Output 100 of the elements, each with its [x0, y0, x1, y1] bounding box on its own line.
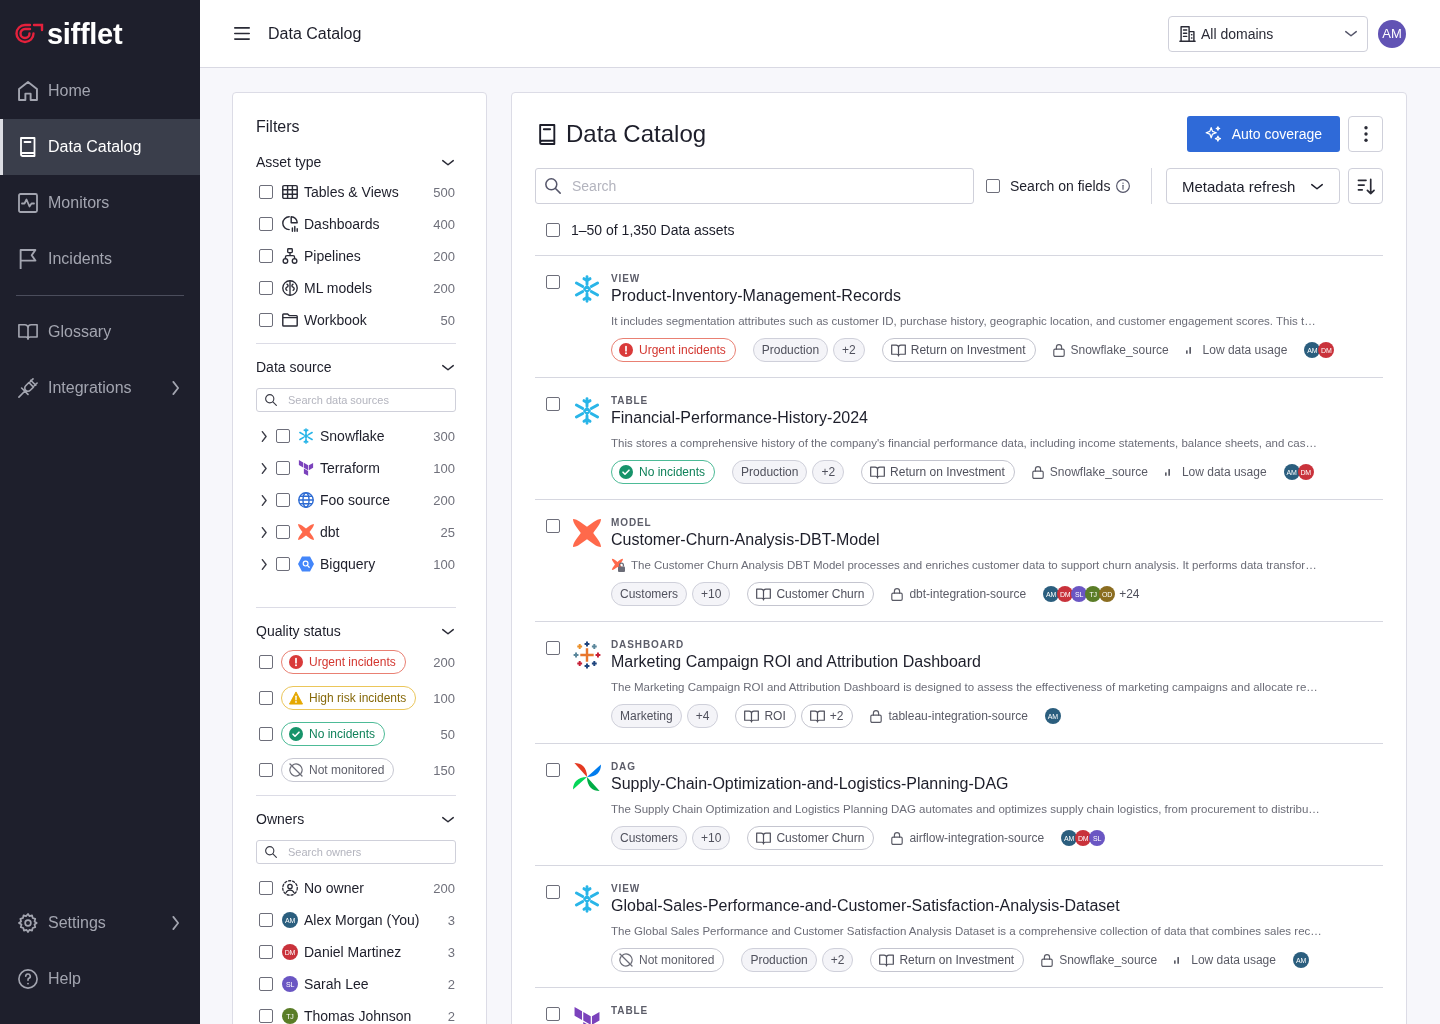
plug-icon: [18, 378, 38, 398]
glossary-term-link[interactable]: Return on Investment: [861, 460, 1015, 484]
checkbox[interactable]: [259, 977, 273, 991]
filter-label: Dashboards: [304, 216, 380, 232]
lock-icon: [1031, 465, 1044, 479]
section-toggle[interactable]: Asset type: [256, 150, 456, 174]
checkbox[interactable]: [276, 525, 290, 539]
checkbox[interactable]: [259, 1009, 273, 1023]
sort-button[interactable]: [1348, 168, 1383, 204]
tag-chip: +10: [692, 582, 731, 606]
nav-item[interactable]: Incidents: [0, 231, 200, 287]
domain-dropdown[interactable]: All domains: [1168, 15, 1368, 52]
chevron-right-icon[interactable]: [261, 558, 267, 570]
search-icon: [265, 394, 277, 406]
asset-name[interactable]: Product-Inventory-Management-Records: [611, 286, 1383, 306]
auto-coverage-button[interactable]: Auto coverage: [1186, 116, 1340, 152]
checkbox[interactable]: [259, 313, 273, 327]
asset-name[interactable]: Marketing Campaign ROI and Attribution Dashboard: [611, 652, 1383, 672]
checkbox[interactable]: [546, 885, 560, 899]
user-avatar[interactable]: AM: [1378, 19, 1406, 48]
status-label: Not monitored: [309, 763, 385, 777]
search-icon: [545, 178, 561, 194]
glossary-term-link[interactable]: Return on Investment: [870, 948, 1025, 972]
checkbox[interactable]: [546, 397, 560, 411]
status-label: No incidents: [309, 727, 376, 741]
checkbox[interactable]: [259, 185, 273, 199]
nav-item[interactable]: Help: [0, 951, 200, 1007]
glossary-term-link[interactable]: Customer Churn: [747, 582, 875, 606]
snowflake-icon: [573, 397, 601, 425]
filter-label: Tables & Views: [304, 184, 399, 200]
chevron-down-icon: [442, 363, 454, 371]
source-name: tableau-integration-source: [888, 709, 1028, 723]
glossary-term-link[interactable]: ROI: [735, 704, 796, 728]
search-field[interactable]: Search data sources: [256, 388, 456, 412]
glossary-term-link[interactable]: +2: [800, 704, 854, 728]
checkbox[interactable]: [259, 281, 273, 295]
filter-label: Terraform: [320, 460, 380, 476]
nav-item[interactable]: Settings: [0, 895, 200, 951]
checkbox[interactable]: [259, 655, 273, 669]
checkbox[interactable]: [546, 1007, 560, 1021]
section-toggle[interactable]: Quality status: [256, 619, 456, 643]
chevron-right-icon[interactable]: [261, 494, 267, 506]
checkbox[interactable]: [546, 763, 560, 777]
section-toggle[interactable]: Owners: [256, 807, 456, 831]
pinwheel-icon: [573, 763, 601, 791]
menu-icon[interactable]: [234, 27, 250, 40]
asset-name[interactable]: Global-Sales-Performance-and-Customer-Satisfaction-Analysis-Dataset: [611, 896, 1383, 916]
catalog-title: Data Catalog: [566, 119, 707, 149]
metadata-refresh-dropdown[interactable]: Metadata refresh: [1166, 168, 1340, 204]
nav-item[interactable]: Glossary: [0, 304, 200, 360]
sparkle-icon: [1204, 126, 1222, 142]
checkbox[interactable]: [259, 881, 273, 895]
filter-label: Thomas Johnson: [304, 1008, 412, 1024]
asset-description: The Supply Chain Optimization and Logistics Planning DAG automates and optimizes supply chain logistics, from procurement to distribu…: [611, 802, 1320, 817]
nav-item[interactable]: Integrations: [0, 360, 200, 416]
checkbox[interactable]: [546, 275, 560, 289]
chevron-right-icon[interactable]: [261, 526, 267, 538]
checkbox[interactable]: [546, 519, 560, 533]
book-icon: [539, 123, 556, 145]
alert-icon: [289, 655, 303, 669]
nav-item[interactable]: Data Catalog: [0, 119, 200, 175]
glossary-term-link[interactable]: Customer Churn: [747, 826, 875, 850]
more-button[interactable]: [1348, 116, 1383, 152]
nav-item[interactable]: Home: [0, 63, 200, 119]
open-book-icon: [18, 322, 38, 342]
checkbox[interactable]: [276, 557, 290, 571]
chevron-right-icon[interactable]: [261, 462, 267, 474]
asset-name[interactable]: Customer-Churn-Analysis-DBT-Model: [611, 530, 1383, 550]
chevron-down-icon: [1311, 182, 1323, 190]
asset-name[interactable]: Supply-Chain-Optimization-and-Logistics-Planning-DAG: [611, 774, 1383, 794]
section-toggle[interactable]: Data source: [256, 355, 456, 379]
source-name: Snowflake_source: [1059, 953, 1158, 967]
asset-name[interactable]: Financial-Performance-History-2024: [611, 408, 1383, 428]
checkbox[interactable]: [259, 727, 273, 741]
checkbox[interactable]: [259, 691, 273, 705]
usage-label: Low data usage: [1202, 343, 1288, 357]
checkbox[interactable]: [546, 223, 560, 237]
alert-icon: [619, 343, 633, 357]
sort-icon: [1356, 177, 1375, 195]
nav-item[interactable]: Monitors: [0, 175, 200, 231]
checkbox[interactable]: [276, 429, 290, 443]
bar-chart-icon: [1164, 468, 1170, 476]
checkbox[interactable]: [986, 179, 1000, 193]
filter-count: 100: [433, 460, 455, 476]
checkbox[interactable]: [259, 763, 273, 777]
chevron-right-icon[interactable]: [261, 430, 267, 442]
asset-type-label: MODEL: [611, 517, 653, 529]
checkbox[interactable]: [259, 945, 273, 959]
checkbox[interactable]: [546, 641, 560, 655]
filter-count: 25: [440, 524, 455, 540]
checkbox[interactable]: [276, 493, 290, 507]
filter-count: 50: [440, 312, 455, 328]
checkbox[interactable]: [276, 461, 290, 475]
checkbox[interactable]: [259, 217, 273, 231]
search-field[interactable]: Search owners: [256, 840, 456, 864]
checkbox[interactable]: [259, 249, 273, 263]
tag-chip: Customers: [611, 582, 687, 606]
search-field[interactable]: Search: [535, 168, 974, 204]
glossary-term-link[interactable]: Return on Investment: [881, 338, 1036, 362]
checkbox[interactable]: [259, 913, 273, 927]
